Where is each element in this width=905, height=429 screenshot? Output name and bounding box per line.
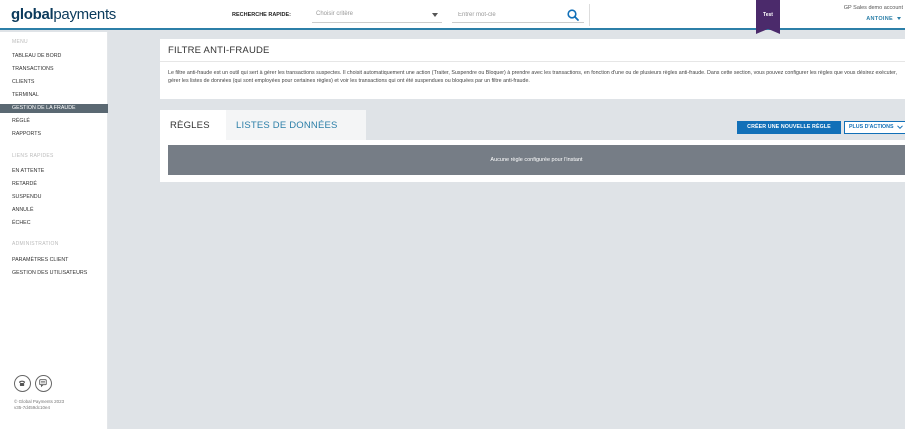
sidebar-item-fraud-management[interactable]: GESTION DE LA FRAUDE [0, 104, 108, 113]
sidebar-item-dashboard[interactable]: TABLEAU DE BORD [0, 52, 108, 61]
sidebar-section-administration: ADMINISTRATION [12, 241, 59, 247]
chevron-down-icon [897, 125, 903, 129]
sidebar-item-settled[interactable]: RÉGLÉ [0, 117, 108, 126]
title-divider [160, 61, 905, 62]
chat-icon[interactable] [35, 375, 52, 392]
search-criteria-select[interactable]: Choisir critère [312, 7, 442, 23]
sidebar-section-quick-links: LIENS RAPIDES [12, 153, 54, 159]
tab-data-lists[interactable]: LISTES DE DONNÉES [226, 110, 366, 140]
sidebar-section-menu: MENU [12, 39, 28, 45]
tabs-toolbar: RÈGLES LISTES DE DONNÉES CRÉER UNE NOUVE… [160, 110, 905, 140]
sidebar-copyright: © Global Payments 2023 v35-7d459dc10e4 [14, 399, 64, 411]
phone-icon[interactable] [14, 375, 31, 392]
empty-rules-message: Aucune règle configurée pour l'instant [168, 145, 905, 175]
logo-bold-text: global [11, 6, 54, 23]
top-header: globalpayments RECHERCHE RAPIDE: Choisir… [0, 0, 905, 34]
fraud-filter-intro-card: FILTRE ANTI-FRAUDE Le filtre anti-fraude… [160, 39, 905, 99]
search-icon[interactable] [566, 8, 580, 22]
sidebar-item-clients[interactable]: CLIENTS [0, 78, 108, 87]
sidebar-item-delayed[interactable]: RETARDÉ [0, 180, 108, 189]
sidebar-item-suspended[interactable]: SUSPENDU [0, 193, 108, 202]
keyword-input[interactable] [452, 7, 584, 23]
environment-badge: Test [756, 0, 780, 34]
sidebar-item-transactions[interactable]: TRANSACTIONS [0, 65, 108, 74]
logo-light-text: payments [53, 6, 117, 23]
sidebar-item-user-management[interactable]: GESTION DES UTILISATEURS [0, 269, 108, 278]
page-title: FILTRE ANTI-FRAUDE [168, 45, 270, 56]
sidebar-item-client-settings[interactable]: PARAMÈTRES CLIENT [0, 256, 108, 265]
rules-list-card: Aucune règle configurée pour l'instant [160, 140, 905, 182]
chevron-down-icon [897, 17, 901, 21]
sidebar-item-failed[interactable]: ÉCHEC [0, 219, 108, 228]
global-payments-logo[interactable]: globalpayments [11, 6, 116, 23]
tab-rules[interactable]: RÈGLES [160, 110, 226, 140]
header-divider [589, 4, 590, 26]
version-text: v35-7d459dc10e4 [14, 405, 51, 410]
chevron-down-icon [432, 13, 438, 17]
sidebar: MENU TABLEAU DE BORD TRANSACTIONS CLIENT… [0, 32, 108, 429]
user-name-label: ANTOINE [866, 16, 893, 22]
sidebar-item-reports[interactable]: RAPPORTS [0, 130, 108, 139]
more-actions-label: PLUS D'ACTIONS [849, 124, 894, 130]
more-actions-button[interactable]: PLUS D'ACTIONS [844, 121, 905, 134]
sidebar-item-cancelled[interactable]: ANNULÉ [0, 206, 108, 215]
search-criteria-placeholder: Choisir critère [316, 11, 354, 17]
user-menu[interactable]: ANTOINE [866, 16, 901, 22]
create-rule-button[interactable]: CRÉER UNE NOUVELLE RÈGLE [737, 121, 841, 134]
sidebar-item-pending[interactable]: EN ATTENTE [0, 167, 108, 176]
page-description: Le filtre anti-fraude est un outil qui s… [168, 70, 897, 85]
quick-search-label: RECHERCHE RAPIDE: [232, 12, 291, 18]
account-name: GP Sales demo account [843, 5, 903, 11]
sidebar-item-terminal[interactable]: TERMINAL [0, 91, 108, 100]
